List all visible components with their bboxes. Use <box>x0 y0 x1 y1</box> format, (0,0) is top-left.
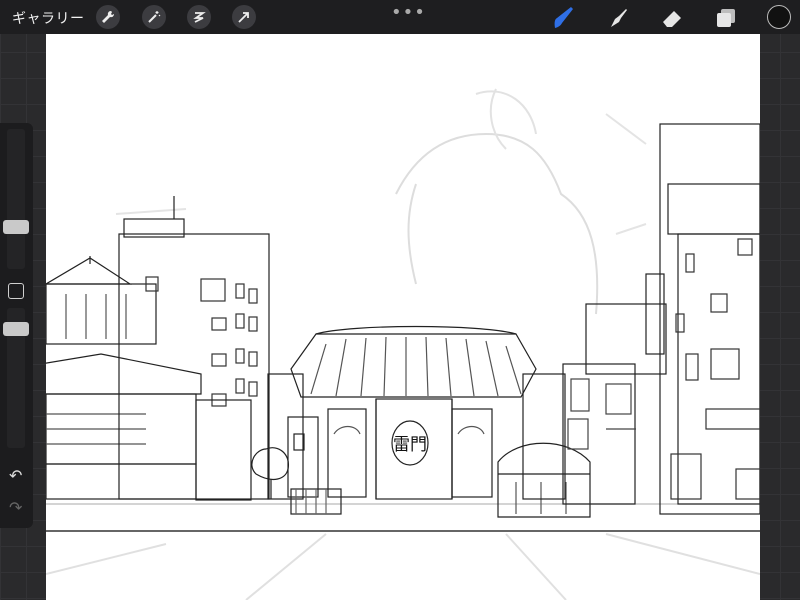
magic-wand-icon[interactable] <box>142 5 166 29</box>
transform-arrow-icon[interactable] <box>232 5 256 29</box>
modify-button[interactable] <box>8 283 24 299</box>
selection-icon[interactable] <box>187 5 211 29</box>
color-picker-button[interactable] <box>767 5 791 29</box>
gallery-button[interactable]: ギャラリー <box>12 8 85 28</box>
eraser-icon[interactable] <box>659 5 685 31</box>
drawing-canvas[interactable]: 雷門 <box>46 34 760 600</box>
artwork: 雷門 <box>46 88 760 600</box>
smudge-icon[interactable] <box>605 5 631 31</box>
opacity-handle[interactable] <box>3 322 29 336</box>
undo-icon[interactable]: ↶ <box>9 466 22 485</box>
more-options-icon[interactable]: ••• <box>391 2 426 23</box>
top-toolbar: ギャラリー ••• <box>0 0 800 34</box>
layers-icon[interactable] <box>713 5 739 31</box>
brush-size-handle[interactable] <box>3 220 29 234</box>
lantern-text: 雷門 <box>393 435 427 455</box>
wrench-icon[interactable] <box>96 5 120 29</box>
redo-icon[interactable]: ↷ <box>9 498 22 517</box>
left-sidebar: ↶ ↷ <box>0 123 33 528</box>
brush-icon[interactable] <box>551 5 577 31</box>
brush-size-slider[interactable] <box>7 129 25 269</box>
